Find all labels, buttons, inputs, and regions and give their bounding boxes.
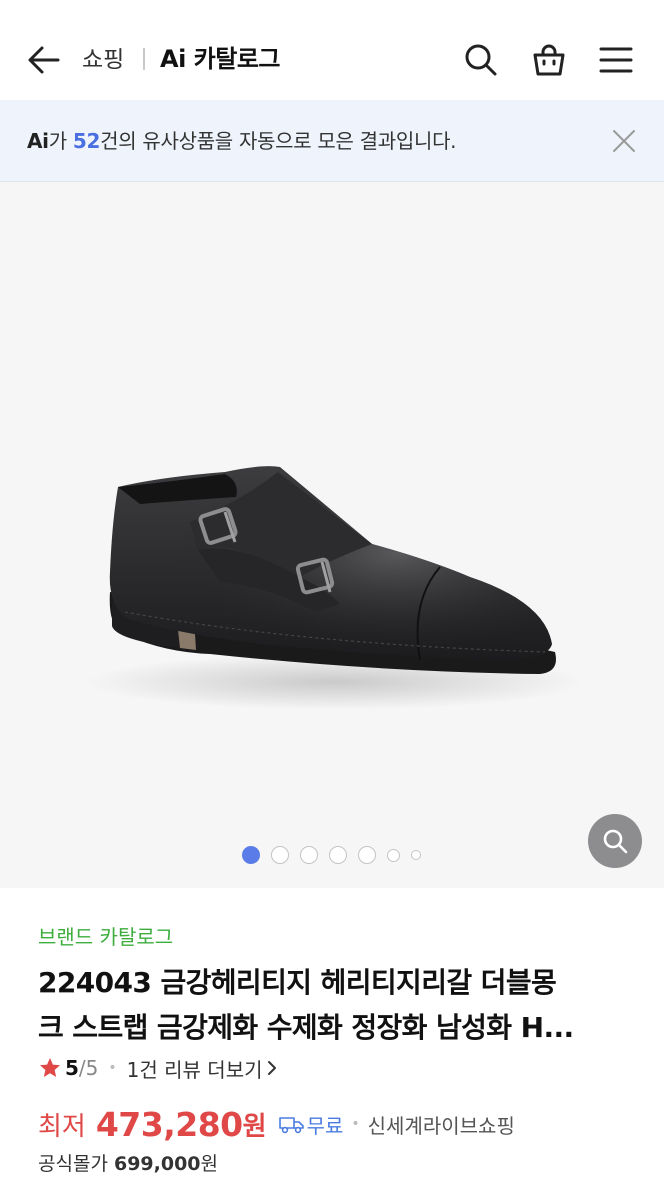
- close-icon: [613, 130, 635, 152]
- official-price-label: 공식몰가: [38, 1153, 108, 1175]
- product-image-gallery[interactable]: [0, 182, 664, 888]
- breadcrumb-shopping[interactable]: 쇼핑: [82, 44, 124, 76]
- brand-catalog-link[interactable]: 브랜드 카탈로그: [38, 922, 173, 952]
- ai-logo: Ai: [27, 129, 49, 153]
- price-unit: 원: [242, 1111, 267, 1142]
- zoom-search-icon: [603, 829, 628, 854]
- product-title: 224043 금강헤리티지 헤리티지리갈 더블몽 크 스트랩 금강제화 수제화 …: [38, 960, 628, 1050]
- back-button[interactable]: [22, 38, 66, 82]
- separator-dot: •: [108, 1060, 117, 1076]
- ai-notice-banner: Ai가 52건의 유사상품을 자동으로 모은 결과입니다.: [0, 100, 664, 182]
- product-photo: [85, 466, 585, 710]
- product-title-line-2: 크 스트랩 금강제화 수제화 정장화 남성화 H...: [38, 1011, 574, 1044]
- top-header: 쇼핑 Ai 카탈로그: [0, 0, 664, 100]
- gallery-dot-5[interactable]: [358, 846, 376, 864]
- rating-value: 5: [65, 1056, 79, 1080]
- lowest-price-label: 최저: [38, 1111, 86, 1142]
- price-row: 최저 473,280 원 무료 • 신세계라이브쇼핑: [38, 1102, 515, 1146]
- review-link-text: 1건 리뷰 더보기: [126, 1057, 263, 1082]
- gallery-dot-7[interactable]: [411, 850, 421, 860]
- menu-icon: [599, 47, 633, 73]
- star-icon: [40, 1058, 60, 1077]
- chevron-right-icon: [267, 1061, 276, 1075]
- separator-dot: •: [351, 1116, 360, 1132]
- rating-max: /5: [78, 1056, 99, 1080]
- gallery-pagination: [242, 845, 432, 865]
- back-arrow-icon: [28, 46, 60, 74]
- gallery-dot-4[interactable]: [329, 846, 347, 864]
- banner-prefix: 가: [48, 129, 73, 153]
- search-icon: [465, 44, 497, 76]
- banner-message: Ai가 52건의 유사상품을 자동으로 모은 결과입니다.: [27, 126, 457, 156]
- shipping-fee: 무료: [306, 1113, 344, 1138]
- menu-button[interactable]: [594, 38, 638, 82]
- rating-row: 5 /5 • 1건 리뷰 더보기: [38, 1053, 279, 1083]
- gallery-dot-6[interactable]: [387, 848, 400, 862]
- page-title: Ai 카탈로그: [160, 45, 280, 73]
- gallery-dot-3[interactable]: [300, 846, 318, 864]
- search-button[interactable]: [459, 38, 503, 82]
- seller-name[interactable]: 신세계라이브쇼핑: [368, 1110, 515, 1139]
- review-more-link[interactable]: 1건 리뷰 더보기: [127, 1054, 279, 1083]
- truck-icon: [278, 1117, 304, 1134]
- official-price-unit: 원: [200, 1153, 218, 1175]
- cart-button[interactable]: [527, 38, 571, 82]
- image-zoom-button[interactable]: [588, 814, 642, 868]
- product-title-line-1: 224043 금강헤리티지 헤리티지리갈 더블몽: [38, 966, 557, 999]
- banner-close-button[interactable]: [604, 121, 644, 161]
- similar-count: 52: [72, 129, 101, 153]
- gallery-dot-2[interactable]: [271, 846, 289, 864]
- shopping-bag-icon: [533, 44, 565, 76]
- banner-suffix: 건의 유사상품을 자동으로 모은 결과입니다.: [100, 129, 457, 153]
- breadcrumb-divider: [143, 48, 145, 70]
- lowest-price-value: 473,280: [95, 1104, 243, 1144]
- official-price-row: 공식몰가 699,000원: [38, 1150, 218, 1178]
- official-price-value: 699,000: [113, 1153, 201, 1175]
- gallery-dot-1[interactable]: [242, 846, 260, 864]
